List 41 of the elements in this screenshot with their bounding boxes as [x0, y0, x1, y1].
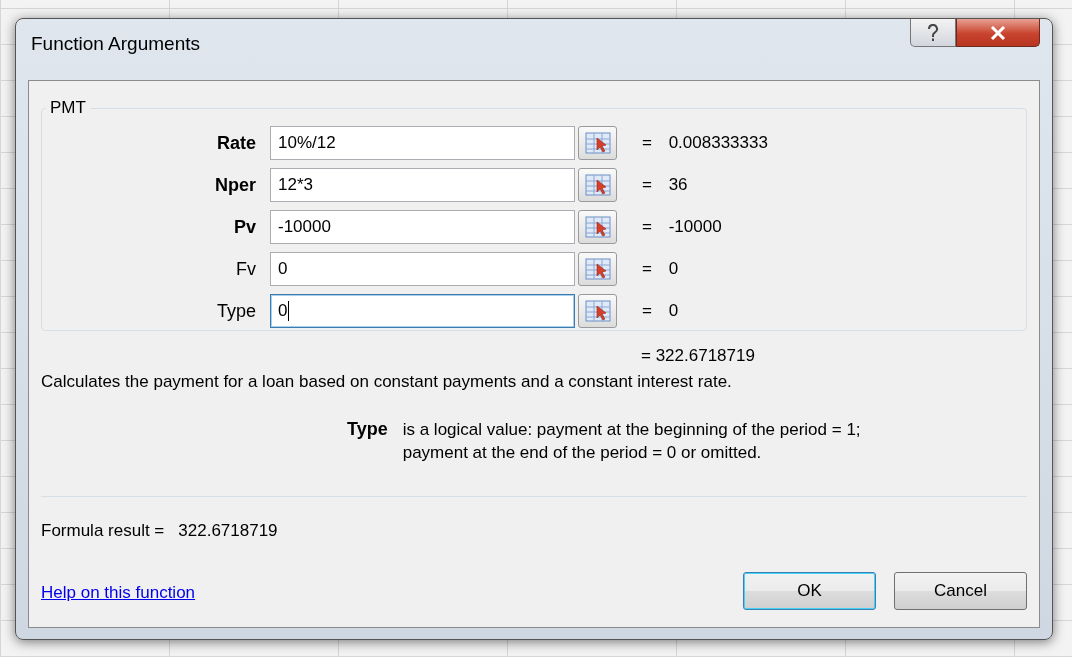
formula-result-label: Formula result = [41, 521, 165, 541]
argument-label: Fv [236, 258, 256, 280]
function-result: = 322.6718719 [641, 346, 756, 366]
argument-field[interactable]: 12*3 [270, 168, 575, 202]
argument-label: Rate [217, 132, 256, 154]
argument-label: Nper [215, 174, 256, 196]
cancel-button[interactable]: Cancel [894, 572, 1027, 610]
collapse-dialog-button[interactable] [578, 168, 617, 202]
argument-result: = 0 [642, 301, 680, 321]
help-button[interactable] [910, 19, 956, 47]
formula-result-value: 322.6718719 [178, 521, 278, 541]
help-icon [927, 23, 939, 42]
window-title: Function Arguments [31, 33, 200, 55]
argument-result: = -10000 [642, 217, 723, 237]
cell-reference-icon [584, 174, 611, 196]
collapse-dialog-button[interactable] [578, 252, 617, 286]
argument-field[interactable]: 0 [270, 252, 575, 286]
argument-label: Type [216, 300, 256, 322]
collapse-dialog-button[interactable] [578, 126, 617, 160]
cell-reference-icon [584, 258, 611, 280]
cell-reference-icon [584, 300, 611, 322]
function-name: PMT [49, 98, 87, 118]
ok-button[interactable]: OK [743, 572, 876, 610]
argument-field[interactable]: 10%/12 [270, 126, 575, 160]
argument-result: = 36 [642, 175, 689, 195]
close-icon [990, 25, 1006, 40]
argument-field[interactable]: -10000 [270, 210, 575, 244]
argument-result: = 0.008333333 [642, 133, 769, 153]
text-cursor [288, 301, 290, 321]
cell-reference-icon [584, 132, 611, 154]
function-description: Calculates the payment for a loan based on constant payments and a constant interest rate. [41, 372, 733, 392]
argument-label: Pv [233, 216, 256, 238]
close-button[interactable] [956, 19, 1040, 47]
argument-description: is a logical value: payment at the beginning of the period = 1; payment at the end of the period = 0 or omitted. [402, 419, 862, 464]
collapse-dialog-button[interactable] [578, 210, 617, 244]
cell-reference-icon [584, 216, 611, 238]
argument-result: = 0 [642, 259, 680, 279]
argument-field[interactable]: 0 [270, 294, 575, 328]
help-link[interactable]: Help on this function [41, 583, 196, 603]
argument-name: Type [347, 419, 388, 441]
collapse-dialog-button[interactable] [578, 294, 617, 328]
